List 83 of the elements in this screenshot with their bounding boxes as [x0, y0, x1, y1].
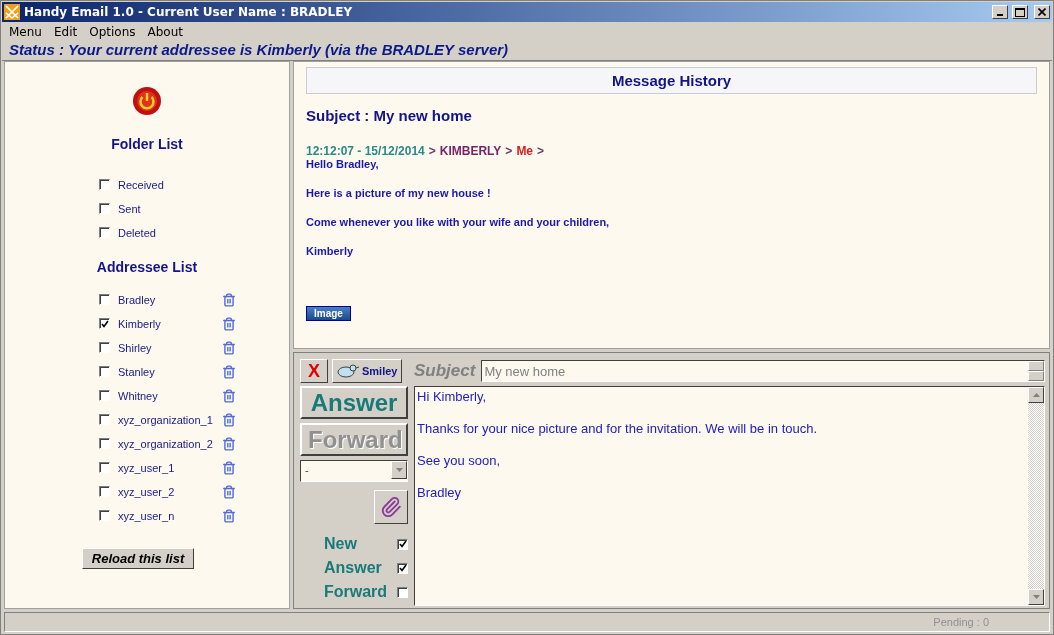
message-header-text: Me	[516, 144, 534, 158]
window-title: Handy Email 1.0 - Current User Name : BRADLEY	[24, 5, 354, 19]
message-line: Kimberly	[306, 245, 355, 257]
addressee-label[interactable]: Bradley	[118, 293, 222, 306]
checkbox[interactable]	[99, 462, 110, 473]
folder-label[interactable]: Sent	[118, 202, 222, 215]
checkbox[interactable]	[99, 390, 110, 401]
trash-icon[interactable]	[222, 484, 236, 499]
message-line: Hello Bradley,	[306, 158, 380, 170]
addressee-label[interactable]: Shirley	[118, 341, 222, 354]
trash-icon[interactable]	[222, 292, 236, 307]
addressee-label[interactable]: xyz_organization_1	[118, 413, 222, 426]
checkbox[interactable]	[99, 318, 110, 329]
dropdown[interactable]: -	[300, 460, 408, 482]
minimize-button[interactable]	[992, 5, 1008, 19]
trash-icon[interactable]	[222, 388, 236, 403]
message-header-text: KIMBERLY	[439, 144, 502, 158]
maximize-button[interactable]	[1012, 5, 1028, 19]
paperclip-icon	[380, 496, 402, 518]
folder-label[interactable]: Received	[118, 178, 222, 191]
menu-item[interactable]: About	[147, 25, 183, 39]
pending-count: Pending : 0	[933, 616, 989, 628]
trash-icon[interactable]	[222, 436, 236, 451]
checkbox[interactable]	[99, 342, 110, 353]
checkbox[interactable]	[99, 414, 110, 425]
down-arrow-icon	[1032, 595, 1040, 599]
checkbox[interactable]	[397, 538, 408, 550]
message-header-text: >	[505, 144, 513, 158]
checkbox[interactable]	[99, 203, 110, 214]
message-line: Come whenever you like with your wife and your children,	[306, 216, 611, 228]
checkbox[interactable]	[99, 366, 110, 377]
addressee-label[interactable]: xyz_organization_2	[118, 437, 222, 450]
smiley-button[interactable]: Smiley	[332, 359, 403, 383]
folder-list-heading: Folder List	[111, 136, 183, 152]
checkbox[interactable]	[397, 562, 408, 574]
close-button[interactable]	[1034, 5, 1050, 19]
reload-button[interactable]: Reload this list	[81, 548, 195, 569]
bug-icon	[337, 364, 359, 378]
trash-icon[interactable]	[222, 508, 236, 523]
checkbox[interactable]	[99, 510, 110, 521]
checkbox[interactable]	[99, 486, 110, 497]
down-arrow-icon	[395, 468, 403, 472]
message-header-text: >	[537, 144, 545, 158]
spin-buttons[interactable]	[1028, 361, 1044, 381]
addressee-label[interactable]: xyz_user_1	[118, 461, 222, 474]
message-header-text: 12:12:07 - 15/12/2014	[306, 144, 425, 158]
menu-item[interactable]: Menu	[9, 25, 42, 39]
checkbox[interactable]	[99, 179, 110, 190]
checkbox[interactable]	[99, 294, 110, 305]
subject-label: Subject	[414, 361, 476, 381]
addressee-label[interactable]: Stanley	[118, 365, 222, 378]
close-icon	[1038, 8, 1046, 16]
message-line: Here is a picture of my new house !	[306, 187, 492, 199]
trash-icon[interactable]	[222, 316, 236, 331]
up-arrow-icon	[1032, 393, 1040, 397]
addressee-list-heading: Addressee List	[96, 259, 198, 275]
message-history-title: Message History	[306, 67, 1037, 94]
folder-label[interactable]: Deleted	[118, 226, 222, 239]
addressee-label[interactable]: Whitney	[118, 389, 222, 402]
trash-icon[interactable]	[222, 340, 236, 355]
option-label: Answer	[324, 559, 382, 577]
trash-icon[interactable]	[222, 460, 236, 475]
status-message: Status : Your current addressee is Kimberly (via the BRADLEY server)	[8, 40, 510, 60]
trash-icon[interactable]	[222, 364, 236, 379]
option-label: Forward	[324, 583, 388, 601]
checkbox[interactable]	[99, 438, 110, 449]
message-header-text: >	[428, 144, 436, 158]
checkbox[interactable]	[397, 586, 408, 598]
menu-item[interactable]: Options	[89, 25, 136, 39]
message-subject: Subject : My new home	[306, 107, 473, 124]
attach-button[interactable]	[374, 490, 408, 524]
trash-icon[interactable]	[222, 412, 236, 427]
addressee-label[interactable]: xyz_user_2	[118, 485, 222, 498]
maximize-icon	[1015, 7, 1025, 17]
menu-item[interactable]: Edit	[53, 25, 78, 39]
app-logo-icon	[4, 4, 20, 20]
option-label: New	[324, 535, 357, 553]
checkbox[interactable]	[99, 227, 110, 238]
power-icon[interactable]	[132, 86, 162, 116]
addressee-label[interactable]: Kimberly	[118, 317, 222, 330]
addressee-label[interactable]: xyz_user_n	[118, 509, 222, 522]
scrollbar[interactable]	[1028, 387, 1044, 605]
image-button[interactable]: Image	[306, 306, 351, 321]
